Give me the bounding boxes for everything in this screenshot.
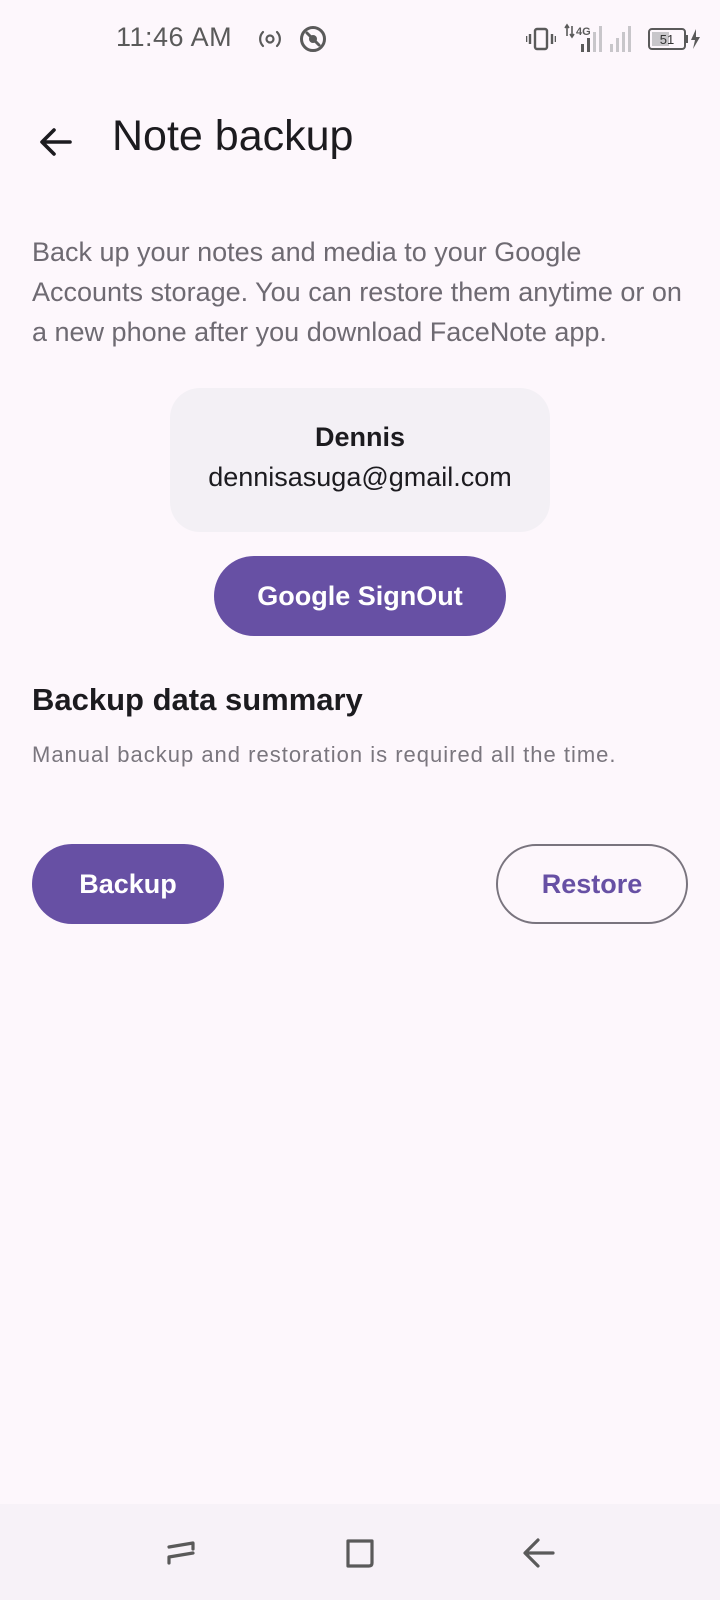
app-bar: Note backup	[0, 90, 720, 190]
charging-icon	[691, 29, 700, 49]
backup-description: Back up your notes and media to your Goo…	[32, 237, 682, 347]
account-email: dennisasuga@gmail.com	[208, 462, 512, 492]
home-button[interactable]	[333, 1526, 387, 1580]
signal-icon: 4G	[564, 23, 631, 52]
vpn-icon	[300, 26, 326, 52]
status-bar: 11:46 AM 4G 51	[0, 0, 720, 80]
summary-heading: Backup data summary	[32, 682, 363, 717]
vibrate-icon	[526, 27, 556, 51]
restore-button[interactable]: Restore	[496, 844, 688, 924]
recents-icon	[167, 1541, 195, 1565]
back-icon	[523, 1538, 555, 1568]
recents-button[interactable]	[154, 1526, 208, 1580]
google-signout-button[interactable]: Google SignOut	[214, 556, 506, 636]
back-button[interactable]	[26, 112, 86, 172]
arrow-back-icon	[40, 128, 72, 156]
status-time: 11:46 AM	[116, 22, 233, 52]
network-type-label: 4G	[576, 26, 591, 38]
battery-level: 51	[660, 32, 674, 47]
account-name: Dennis	[314, 422, 406, 452]
battery-icon: 51	[648, 28, 700, 50]
navigation-bar	[0, 1504, 720, 1600]
backup-button[interactable]: Backup	[32, 844, 224, 924]
hotspot-icon	[259, 30, 281, 48]
account-card: Dennis dennisasuga@gmail.com	[170, 388, 550, 532]
nav-back-button[interactable]	[512, 1526, 566, 1580]
summary-text: Manual backup and restoration is require…	[32, 742, 617, 767]
page-title: Note backup	[112, 112, 354, 160]
home-icon	[346, 1539, 374, 1568]
